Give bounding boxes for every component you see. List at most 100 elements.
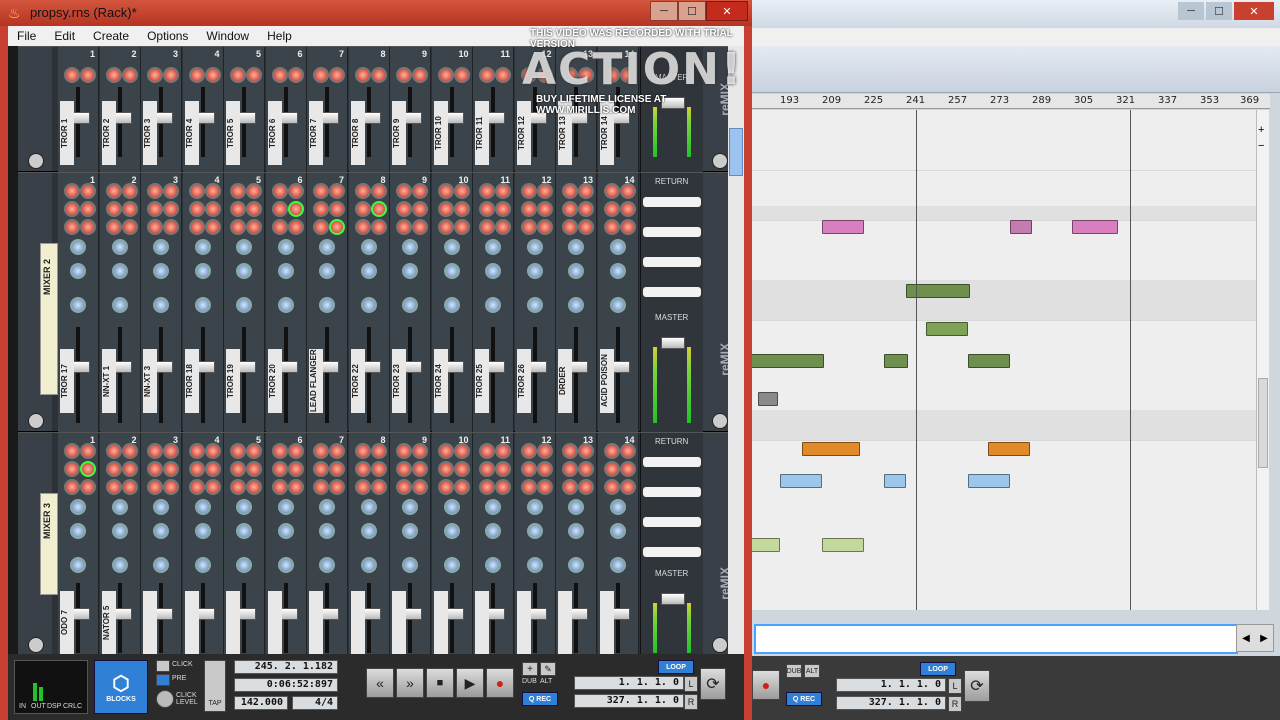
aux-send-knob[interactable] — [536, 67, 553, 83]
pan-knob[interactable] — [236, 297, 252, 313]
treble-knob[interactable] — [443, 239, 460, 255]
bass-knob[interactable] — [609, 263, 626, 279]
channel-label[interactable] — [558, 591, 572, 655]
bass-knob[interactable] — [568, 523, 584, 539]
aux-send-knob[interactable] — [204, 479, 221, 495]
aux-send-knob[interactable] — [271, 183, 288, 199]
aux-send-knob[interactable] — [453, 479, 470, 495]
return-level[interactable] — [643, 547, 701, 557]
aux-send-knob[interactable] — [562, 183, 578, 199]
channel-label[interactable]: TROR 9 — [392, 101, 406, 165]
aux-send-knob[interactable] — [536, 201, 553, 217]
pan-knob[interactable] — [194, 557, 211, 573]
aux-send-knob[interactable] — [437, 201, 454, 217]
bass-knob[interactable] — [402, 263, 418, 279]
aux-send-knob[interactable] — [520, 219, 537, 235]
aux-send-knob[interactable] — [313, 461, 329, 477]
aux-send-knob[interactable] — [370, 461, 387, 477]
aux-send-knob[interactable] — [437, 219, 454, 235]
bass-knob[interactable] — [526, 523, 543, 539]
pan-knob[interactable] — [319, 297, 335, 313]
menu-file[interactable]: File — [8, 29, 45, 43]
aux-send-knob[interactable] — [246, 479, 262, 495]
aux-send-knob[interactable] — [80, 461, 96, 477]
aux-send-knob[interactable] — [354, 183, 371, 199]
aux-send-knob[interactable] — [230, 219, 246, 235]
pan-knob[interactable] — [111, 557, 128, 573]
aux-send-knob[interactable] — [619, 67, 636, 83]
aux-send-knob[interactable] — [578, 183, 594, 199]
aux-send-knob[interactable] — [147, 479, 163, 495]
sequencer-close-button[interactable]: ✕ — [1234, 2, 1274, 20]
qrec-button[interactable]: Q REC — [522, 692, 558, 706]
aux-send-knob[interactable] — [562, 67, 578, 83]
right-locator-display[interactable]: 327. 1. 1. 0 — [836, 696, 946, 710]
blocks-button[interactable]: ⬡ BLOCKS — [94, 660, 148, 714]
aux-send-knob[interactable] — [536, 479, 553, 495]
aux-send-knob[interactable] — [437, 443, 454, 459]
aux-send-knob[interactable] — [495, 67, 511, 83]
click-toggle[interactable] — [156, 660, 170, 672]
aux-send-knob[interactable] — [64, 183, 80, 199]
left-locator-button[interactable]: L — [948, 678, 962, 694]
bass-knob[interactable] — [402, 523, 418, 539]
aux-send-knob[interactable] — [370, 219, 387, 235]
aux-send-knob[interactable] — [495, 461, 511, 477]
record-button[interactable]: ● — [486, 668, 514, 698]
aux-send-knob[interactable] — [121, 461, 138, 477]
aux-send-knob[interactable] — [163, 461, 179, 477]
aux-send-knob[interactable] — [163, 219, 179, 235]
aux-send-knob[interactable] — [479, 183, 495, 199]
aux-send-knob[interactable] — [619, 479, 636, 495]
aux-send-knob[interactable] — [204, 67, 221, 83]
menu-edit[interactable]: Edit — [45, 29, 84, 43]
loop-toggle-icon[interactable]: ⟳ — [964, 670, 990, 702]
pre-toggle[interactable] — [156, 674, 170, 686]
treble-knob[interactable] — [70, 499, 86, 515]
aux-send-knob[interactable] — [603, 201, 620, 217]
dub-button[interactable]: DUB — [786, 664, 802, 678]
aux-send-knob[interactable] — [188, 479, 205, 495]
bass-knob[interactable] — [485, 263, 501, 279]
channel-label[interactable]: TROR 2 — [101, 101, 116, 165]
rack-scroll-thumb[interactable] — [729, 128, 743, 176]
aux-send-knob[interactable] — [313, 67, 329, 83]
aux-send-knob[interactable] — [147, 67, 163, 83]
aux-send-knob[interactable] — [246, 461, 262, 477]
aux-send-knob[interactable] — [271, 479, 288, 495]
close-button[interactable]: ✕ — [706, 1, 748, 21]
aux-send-knob[interactable] — [479, 461, 495, 477]
aux-send-knob[interactable] — [246, 67, 262, 83]
treble-knob[interactable] — [609, 499, 626, 515]
aux-send-knob[interactable] — [80, 443, 96, 459]
treble-knob[interactable] — [402, 239, 418, 255]
add-button[interactable]: + — [522, 662, 538, 676]
bass-knob[interactable] — [609, 523, 626, 539]
channel-label[interactable]: TROR 22 — [350, 349, 365, 413]
clip-blue[interactable] — [884, 474, 906, 488]
aux-send-knob[interactable] — [271, 443, 288, 459]
aux-send-knob[interactable] — [536, 183, 553, 199]
aux-send-knob[interactable] — [204, 201, 221, 217]
left-locator-display[interactable]: 1. 1. 1. 0 — [574, 676, 684, 690]
rack-area[interactable]: 1 TROR 1 2 TROR 2 3 TROR 3 4 TROR 4 5 TROR 5 6 TROR… — [8, 46, 744, 657]
menu-options[interactable]: Options — [138, 29, 197, 43]
aux-send-knob[interactable] — [354, 67, 371, 83]
channel-label[interactable]: NN-XT 3 — [143, 349, 157, 413]
aux-send-knob[interactable] — [495, 201, 511, 217]
aux-send-knob[interactable] — [329, 183, 345, 199]
aux-send-knob[interactable] — [495, 443, 511, 459]
tap-button[interactable]: TAP — [204, 660, 226, 712]
click-level-knob[interactable] — [156, 690, 174, 708]
aux-send-knob[interactable] — [370, 183, 387, 199]
aux-send-knob[interactable] — [412, 461, 428, 477]
aux-send-knob[interactable] — [188, 461, 205, 477]
treble-knob[interactable] — [360, 239, 377, 255]
aux-send-knob[interactable] — [536, 443, 553, 459]
return-level[interactable] — [643, 197, 701, 207]
aux-send-knob[interactable] — [121, 201, 138, 217]
channel-label[interactable] — [143, 591, 157, 655]
treble-knob[interactable] — [236, 239, 252, 255]
clip-lime[interactable] — [750, 538, 780, 552]
aux-send-knob[interactable] — [64, 201, 80, 217]
